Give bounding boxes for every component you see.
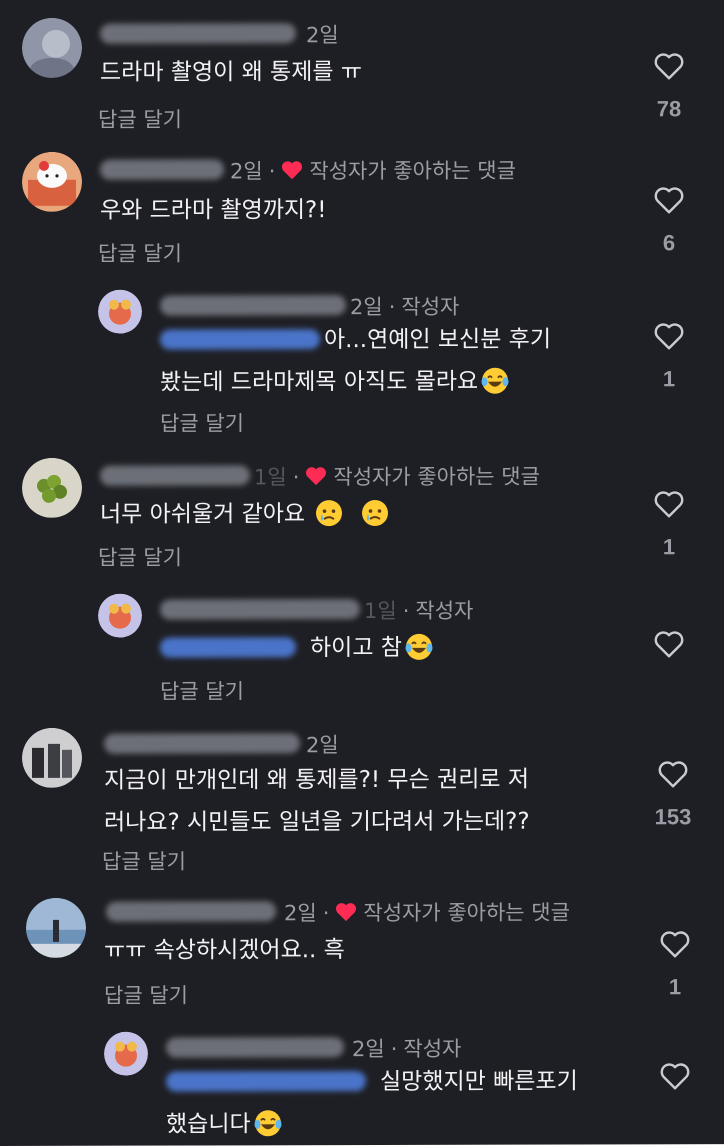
comment-line: 러나요? 시민들도 일년을 기다려서 가는데?? <box>104 808 530 836</box>
reply-button[interactable]: 답글 달기 <box>98 238 182 268</box>
username-blurred[interactable] <box>100 159 224 180</box>
comment-line: 너무 아쉬울거 같아요 <box>100 501 306 528</box>
reply-button[interactable]: 답글 달기 <box>104 980 188 1010</box>
comment-text: 너무 아쉬울거 같아요 <box>100 493 389 536</box>
comment-line: 아...연예인 보신분 후기 <box>324 326 551 354</box>
comment-line: 실망했지만 빠른포기 <box>380 1068 578 1096</box>
reply-button[interactable]: 답글 달기 <box>98 542 182 572</box>
avatar[interactable] <box>98 289 142 334</box>
comment-time: 1일 <box>364 598 397 624</box>
comment-meta: 2일 · 작성자가 좋아하는 댓글 <box>284 900 570 926</box>
comment-line: 지금이 만개인데 왜 통제를?! 무슨 권리로 저 <box>104 766 530 794</box>
username-blurred[interactable] <box>160 599 360 620</box>
comment-item: 2일 드라마 촬영이 왜 통제를 ㅠ 답글 달기 78 <box>0 0 724 140</box>
comment-line: 드라마 촬영이 왜 통제를 ㅠ <box>100 59 363 86</box>
comment-text: 하이고 참 <box>160 627 433 670</box>
like-count: 6 <box>662 230 676 256</box>
comment-time: 2일 <box>284 901 317 926</box>
avatar[interactable] <box>22 457 82 518</box>
comment-meta: 1일 · 작성자 <box>364 598 474 624</box>
comment-meta: 2일 · 작성자 <box>350 294 460 320</box>
laughing-tears-emoji <box>254 1110 282 1137</box>
avatar[interactable] <box>22 727 82 788</box>
heart-outline-icon[interactable] <box>660 930 690 958</box>
username-blurred[interactable] <box>100 465 250 486</box>
author-badge: 작성자 <box>415 598 474 623</box>
like-count: 1 <box>662 366 676 392</box>
reply-item: 2일 · 작성자 아...연예인 보신분 후기 봤는데 드라마제목 아직도 몰라요 … <box>0 286 724 438</box>
heart-outline-icon[interactable] <box>654 490 684 518</box>
author-liked-label: 작성자가 좋아하는 댓글 <box>333 464 540 490</box>
avatar[interactable] <box>98 593 142 638</box>
comment-meta: 2일 · 작성자 <box>352 1036 462 1062</box>
heart-outline-icon[interactable] <box>660 1062 690 1090</box>
comment-time: 2일 <box>230 159 263 184</box>
comment-meta: 2일 <box>306 729 339 759</box>
comment-line: 봤는데 드라마제목 아직도 몰라요 <box>160 368 479 396</box>
comment-item: 2일 · 작성자가 좋아하는 댓글 ㅠㅠ 속상하시겠어요.. 흑 답글 달기 1 2… <box>0 890 724 1146</box>
crying-face-emoji <box>361 500 388 527</box>
reply-button[interactable]: 답글 달기 <box>160 675 244 705</box>
comment-text: 아...연예인 보신분 후기 봤는데 드라마제목 아직도 몰라요 <box>160 319 551 404</box>
comment-list: 2일 드라마 촬영이 왜 통제를 ㅠ 답글 달기 78 2일 · 작성자가 좋아하는… <box>0 0 724 1146</box>
comment-meta: 2일 <box>306 19 339 49</box>
avatar[interactable] <box>26 897 86 958</box>
comment-line: 했습니다 <box>166 1111 251 1138</box>
comment-text: 드라마 촬영이 왜 통제를 ㅠ <box>100 51 362 94</box>
comment-meta: 2일 · 작성자가 좋아하는 댓글 <box>230 158 516 184</box>
comment-text: 실망했지만 빠른포기 했습니다 <box>166 1060 578 1145</box>
username-blurred[interactable] <box>166 1037 344 1058</box>
mention-blurred[interactable] <box>160 329 320 350</box>
heart-outline-icon[interactable] <box>654 630 684 658</box>
username-blurred[interactable] <box>104 733 300 754</box>
username-blurred[interactable] <box>106 901 276 922</box>
mention-blurred[interactable] <box>166 1071 366 1092</box>
reply-item: 1일 · 작성자 하이고 참 답글 달기 <box>0 590 724 712</box>
comment-item: 2일 지금이 만개인데 왜 통제를?! 무슨 권리로 저 러나요? 시민들도 일… <box>0 722 724 884</box>
crying-face-emoji <box>316 500 343 527</box>
red-heart-icon <box>336 903 357 922</box>
reply-button[interactable]: 답글 달기 <box>98 104 182 134</box>
author-liked-label: 작성자가 좋아하는 댓글 <box>363 900 570 926</box>
username-blurred[interactable] <box>100 23 296 44</box>
heart-outline-icon[interactable] <box>658 760 688 788</box>
comment-line: 우와 드라마 촬영까지?! <box>100 197 327 224</box>
laughing-tears-emoji <box>481 367 509 394</box>
comment-meta: 1일 · 작성자가 좋아하는 댓글 <box>254 464 540 490</box>
comment-text: 지금이 만개인데 왜 통제를?! 무슨 권리로 저 러나요? 시민들도 일년을 … <box>104 759 530 844</box>
reply-button[interactable]: 답글 달기 <box>160 407 244 437</box>
reply-item: 2일 · 작성자 실망했지만 빠른포기 했습니다 <box>0 1028 724 1146</box>
comment-time: 2일 <box>306 23 339 48</box>
red-heart-icon <box>306 467 327 486</box>
comment-text: ㅠㅠ 속상하시겠어요.. 흑 <box>104 929 345 972</box>
comment-line: ㅠㅠ 속상하시겠어요.. 흑 <box>104 937 345 964</box>
username-blurred[interactable] <box>160 295 346 316</box>
like-count: 78 <box>656 96 682 122</box>
avatar[interactable] <box>22 151 82 212</box>
comment-item: 1일 · 작성자가 좋아하는 댓글 너무 아쉬울거 같아요 답글 달기 1 1일… <box>0 450 724 724</box>
comment-time: 2일 <box>352 1036 385 1062</box>
like-count: 1 <box>668 974 682 1000</box>
comment-line: 하이고 참 <box>310 634 402 662</box>
comment-text: 우와 드라마 촬영까지?! <box>100 189 327 232</box>
like-count: 153 <box>654 804 692 830</box>
comment-time: 2일 <box>350 294 383 320</box>
like-count: 1 <box>662 534 676 560</box>
author-liked-label: 작성자가 좋아하는 댓글 <box>309 158 516 184</box>
comment-time: 2일 <box>306 733 339 758</box>
laughing-tears-emoji <box>405 633 433 660</box>
author-badge: 작성자 <box>401 294 460 319</box>
mention-blurred[interactable] <box>160 637 296 658</box>
red-heart-icon <box>282 161 303 180</box>
avatar[interactable] <box>22 17 82 78</box>
heart-outline-icon[interactable] <box>654 186 684 214</box>
comment-item: 2일 · 작성자가 좋아하는 댓글 우와 드라마 촬영까지?! 답글 달기 6 2일… <box>0 138 724 450</box>
heart-outline-icon[interactable] <box>654 52 684 80</box>
heart-outline-icon[interactable] <box>654 322 684 350</box>
author-badge: 작성자 <box>403 1036 462 1061</box>
avatar[interactable] <box>104 1031 148 1076</box>
reply-button[interactable]: 답글 달기 <box>102 846 186 876</box>
comment-time: 1일 <box>254 465 287 490</box>
